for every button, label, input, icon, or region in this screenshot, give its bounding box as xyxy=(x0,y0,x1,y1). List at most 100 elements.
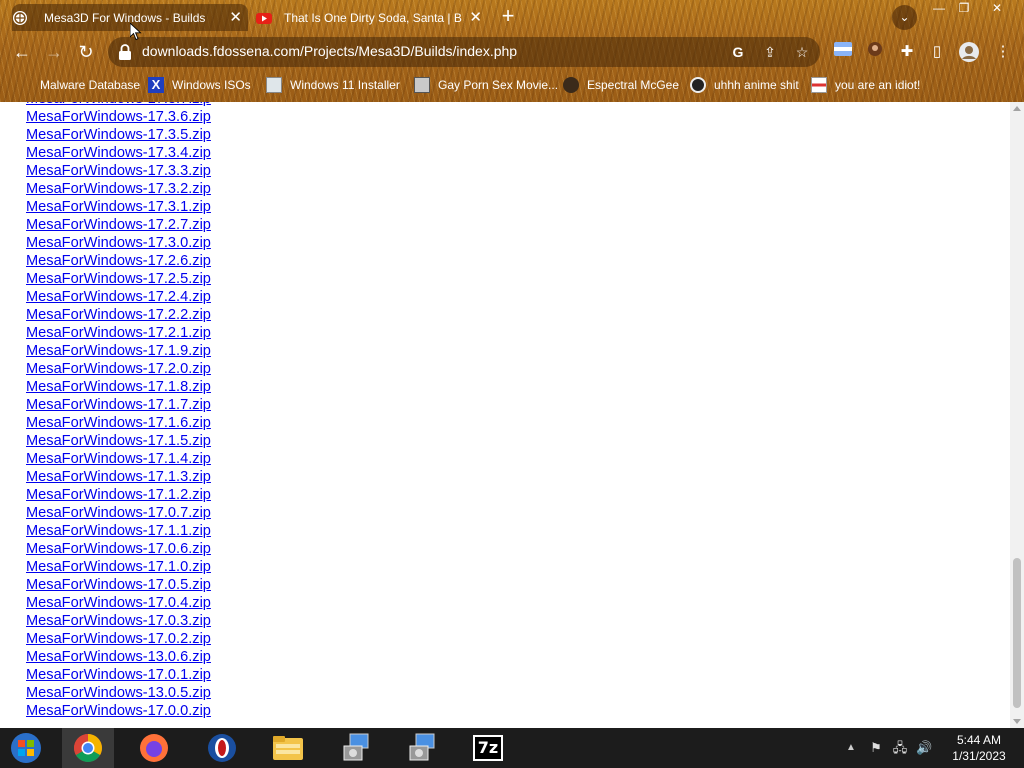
url-text[interactable]: downloads.fdossena.com/Projects/Mesa3D/B… xyxy=(142,43,517,59)
back-arrow-icon[interactable]: ← xyxy=(10,40,34,64)
restore-icon[interactable]: ❐ xyxy=(953,1,975,17)
list-item: MesaForWindows-17.0.5.zip xyxy=(26,576,211,594)
list-item: MesaForWindows-17.0.7.zip xyxy=(26,504,211,522)
bookmark-espectral-mcgee[interactable]: Espectral McGee xyxy=(563,74,679,96)
show-hidden-icons-icon[interactable]: ▲ xyxy=(846,742,856,753)
download-link[interactable]: MesaForWindows-17.0.6.zip xyxy=(26,541,211,557)
download-link[interactable]: MesaForWindows-17.3.7.zip xyxy=(26,102,211,107)
tab-search-chevron-icon[interactable]: ⌄ xyxy=(892,5,917,30)
download-link[interactable]: MesaForWindows-17.1.9.zip xyxy=(26,343,211,359)
download-link[interactable]: MesaForWindows-17.1.2.zip xyxy=(26,487,211,503)
bookmark-malware-database[interactable]: Malware Database xyxy=(40,74,140,96)
list-item: MesaForWindows-17.1.9.zip xyxy=(26,342,211,360)
taskbar-file-explorer[interactable] xyxy=(262,728,314,768)
download-link[interactable]: MesaForWindows-17.0.0.zip xyxy=(26,703,211,719)
download-link[interactable]: MesaForWindows-17.3.3.zip xyxy=(26,163,211,179)
download-link[interactable]: MesaForWindows-17.1.7.zip xyxy=(26,397,211,413)
download-link[interactable]: MesaForWindows-17.0.3.zip xyxy=(26,613,211,629)
bookmark-uhhh-anime-shit[interactable]: uhhh anime shit xyxy=(690,74,799,96)
download-link[interactable]: MesaForWindows-17.0.2.zip xyxy=(26,631,211,647)
close-tab-icon[interactable]: ✕ xyxy=(469,8,482,26)
download-link[interactable]: MesaForWindows-17.1.8.zip xyxy=(26,379,211,395)
bookmark-star-icon[interactable]: ☆ xyxy=(792,42,812,62)
anime-face-icon xyxy=(690,77,706,93)
scroll-up-arrow-icon[interactable] xyxy=(1013,106,1021,111)
list-item: MesaForWindows-17.2.6.zip xyxy=(26,252,211,270)
scroll-thumb[interactable] xyxy=(1013,558,1021,708)
lock-icon[interactable] xyxy=(118,44,132,60)
download-link[interactable]: MesaForWindows-17.1.6.zip xyxy=(26,415,211,431)
scroll-down-arrow-icon[interactable] xyxy=(1013,719,1021,724)
new-tab-button[interactable]: + xyxy=(496,5,520,29)
system-clock[interactable]: 5:44 AM 1/31/2023 xyxy=(944,732,1014,764)
menu-kebab-icon[interactable]: ⋮ xyxy=(992,41,1014,63)
list-item: MesaForWindows-17.2.1.zip xyxy=(26,324,211,342)
list-item: MesaForWindows-17.2.5.zip xyxy=(26,270,211,288)
download-link[interactable]: MesaForWindows-17.0.5.zip xyxy=(26,577,211,593)
download-link[interactable]: MesaForWindows-17.1.3.zip xyxy=(26,469,211,485)
list-item: MesaForWindows-17.3.5.zip xyxy=(26,126,211,144)
list-item: MesaForWindows-17.0.3.zip xyxy=(26,612,211,630)
taskbar-opera[interactable] xyxy=(196,728,248,768)
address-bar[interactable]: downloads.fdossena.com/Projects/Mesa3D/B… xyxy=(108,37,820,67)
list-item: MesaForWindows-17.3.1.zip xyxy=(26,198,211,216)
download-link[interactable]: MesaForWindows-17.0.1.zip xyxy=(26,667,211,683)
action-center-flag-icon[interactable]: ⚑ xyxy=(868,740,884,756)
extensions-puzzle-icon[interactable]: ✚ xyxy=(896,41,918,63)
minimize-icon[interactable]: — xyxy=(928,1,950,17)
download-link[interactable]: MesaForWindows-17.2.6.zip xyxy=(26,253,211,269)
share-icon[interactable]: ⇪ xyxy=(760,42,780,62)
close-window-icon[interactable]: ✕ xyxy=(986,1,1008,17)
download-link[interactable]: MesaForWindows-17.1.4.zip xyxy=(26,451,211,467)
taskbar-chrome[interactable] xyxy=(62,728,114,768)
download-link[interactable]: MesaForWindows-17.3.4.zip xyxy=(26,145,211,161)
download-link[interactable]: MesaForWindows-17.2.2.zip xyxy=(26,307,211,323)
close-tab-icon[interactable]: ✕ xyxy=(229,8,242,26)
extension-flag-icon[interactable] xyxy=(832,41,854,63)
globe-icon xyxy=(13,11,27,25)
download-link[interactable]: MesaForWindows-17.2.5.zip xyxy=(26,271,211,287)
download-link[interactable]: MesaForWindows-17.0.7.zip xyxy=(26,505,211,521)
taskbar-firefox[interactable] xyxy=(128,728,180,768)
download-link[interactable]: MesaForWindows-17.2.0.zip xyxy=(26,361,211,377)
list-item: MesaForWindows-13.0.5.zip xyxy=(26,684,211,702)
download-link[interactable]: MesaForWindows-13.0.5.zip xyxy=(26,685,211,701)
extension-avatar-icon[interactable] xyxy=(864,41,886,63)
profile-icon[interactable] xyxy=(958,41,980,63)
reload-icon[interactable]: ↻ xyxy=(74,40,98,64)
cube-icon xyxy=(414,77,430,93)
download-link[interactable]: MesaForWindows-17.3.1.zip xyxy=(26,199,211,215)
download-link[interactable]: MesaForWindows-17.1.0.zip xyxy=(26,559,211,575)
taskbar-7zip[interactable]: 7z xyxy=(462,728,514,768)
bookmark-windows-11-installer[interactable]: Windows 11 Installer xyxy=(266,74,400,96)
side-panel-icon[interactable]: ▯ xyxy=(926,41,948,63)
bookmark-gay-porn-sex-movie[interactable]: Gay Porn Sex Movie... xyxy=(414,74,558,96)
list-item: MesaForWindows-17.1.2.zip xyxy=(26,486,211,504)
tab-youtube-video[interactable]: That Is One Dirty Soda, Santa | Bob ✕ xyxy=(256,4,488,31)
download-link[interactable]: MesaForWindows-17.2.4.zip xyxy=(26,289,211,305)
download-link[interactable]: MesaForWindows-17.3.2.zip xyxy=(26,181,211,197)
bookmark-label: uhhh anime shit xyxy=(714,78,799,92)
download-link[interactable]: MesaForWindows-17.0.4.zip xyxy=(26,595,211,611)
download-link[interactable]: MesaForWindows-17.1.5.zip xyxy=(26,433,211,449)
start-button[interactable] xyxy=(0,728,52,768)
vertical-scrollbar[interactable] xyxy=(1010,102,1024,728)
bookmark-you-are-an-idiot[interactable]: you are an idiot! xyxy=(811,74,920,96)
google-lens-icon[interactable]: G xyxy=(728,42,748,62)
taskbar-installer-2[interactable] xyxy=(396,728,448,768)
download-link[interactable]: MesaForWindows-17.2.7.zip xyxy=(26,217,211,233)
download-link[interactable]: MesaForWindows-17.1.1.zip xyxy=(26,523,211,539)
tab-title: That Is One Dirty Soda, Santa | Bob xyxy=(284,10,462,25)
download-link[interactable]: MesaForWindows-17.2.1.zip xyxy=(26,325,211,341)
bookmark-windows-isos[interactable]: X Windows ISOs xyxy=(148,74,251,96)
taskbar-installer-1[interactable] xyxy=(330,728,382,768)
download-link[interactable]: MesaForWindows-17.3.0.zip xyxy=(26,235,211,251)
download-link[interactable]: MesaForWindows-13.0.6.zip xyxy=(26,649,211,665)
volume-icon[interactable]: 🔊 xyxy=(916,740,932,756)
download-link[interactable]: MesaForWindows-17.3.6.zip xyxy=(26,109,211,125)
network-icon[interactable]: 🖧 xyxy=(892,740,908,756)
forward-arrow-icon[interactable]: → xyxy=(42,40,66,64)
download-link[interactable]: MesaForWindows-17.3.5.zip xyxy=(26,127,211,143)
list-item: MesaForWindows-17.1.7.zip xyxy=(26,396,211,414)
list-item: MesaForWindows-17.2.4.zip xyxy=(26,288,211,306)
